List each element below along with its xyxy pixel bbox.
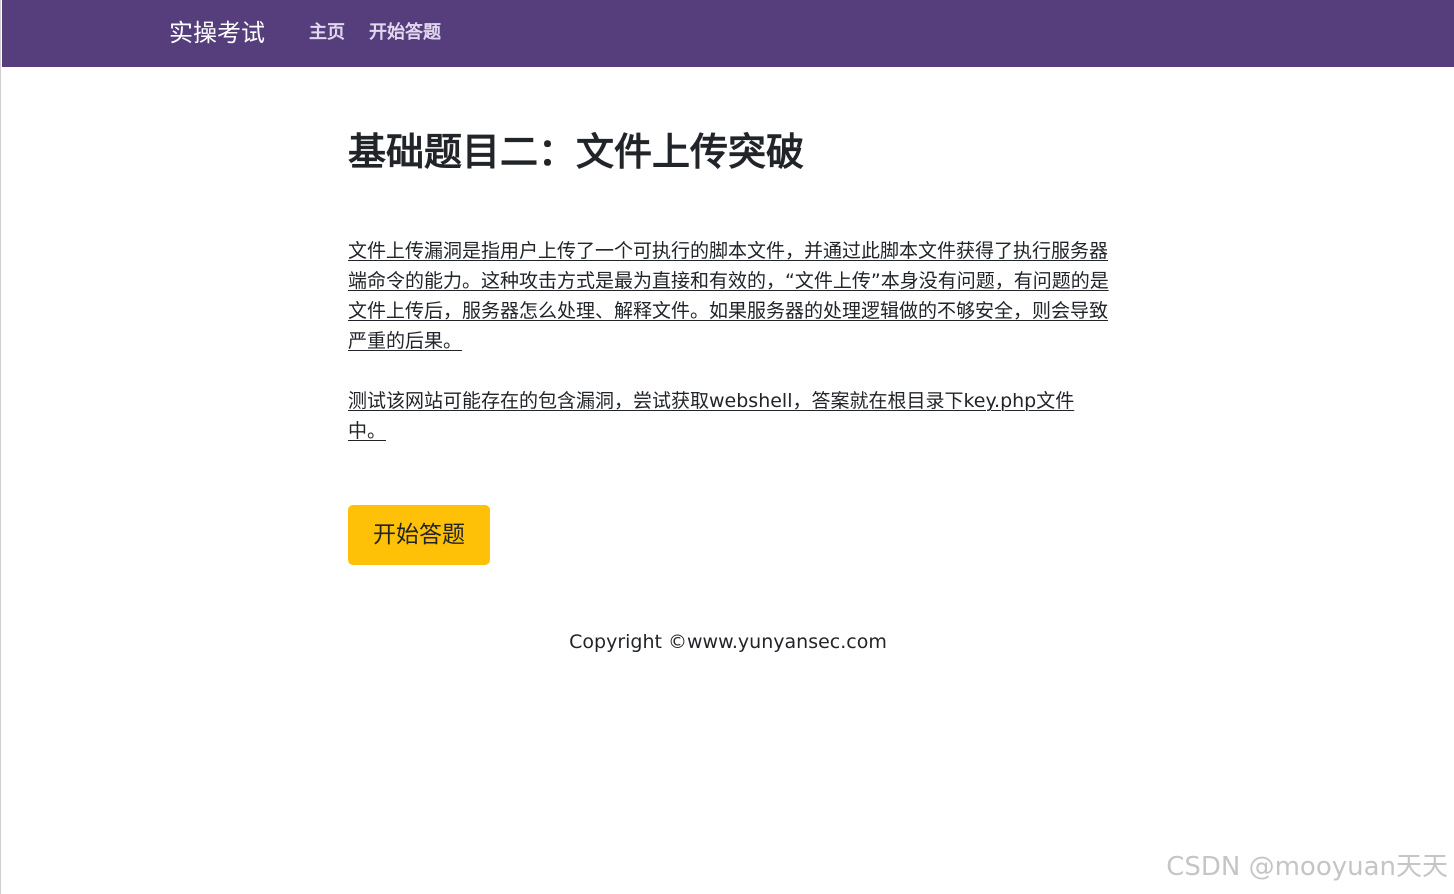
nav-link-start-answering[interactable]: 开始答题 [369,20,441,46]
navbar-brand[interactable]: 实操考试 [169,17,265,49]
page: 实操考试 主页 开始答题 基础题目二：文件上传突破 文件上传漏洞是指用户上传了一… [0,0,1454,894]
nav-link-home[interactable]: 主页 [309,20,345,46]
page-title: 基础题目二：文件上传突破 [348,130,805,174]
footer-copyright: Copyright ©www.yunyansec.com [569,631,887,653]
challenge-description: 文件上传漏洞是指用户上传了一个可执行的脚本文件，并通过此脚本文件获得了执行服务器… [348,240,1109,352]
start-answering-button[interactable]: 开始答题 [348,505,490,565]
main-content: 基础题目二：文件上传突破 文件上传漏洞是指用户上传了一个可执行的脚本文件，并通过… [348,126,1112,442]
watermark: CSDN @mooyuan天天 [1166,852,1448,882]
top-navbar: 实操考试 主页 开始答题 [2,0,1454,67]
challenge-task: 测试该网站可能存在的包含漏洞，尝试获取webshell，答案就在根目录下key.… [348,390,1075,442]
